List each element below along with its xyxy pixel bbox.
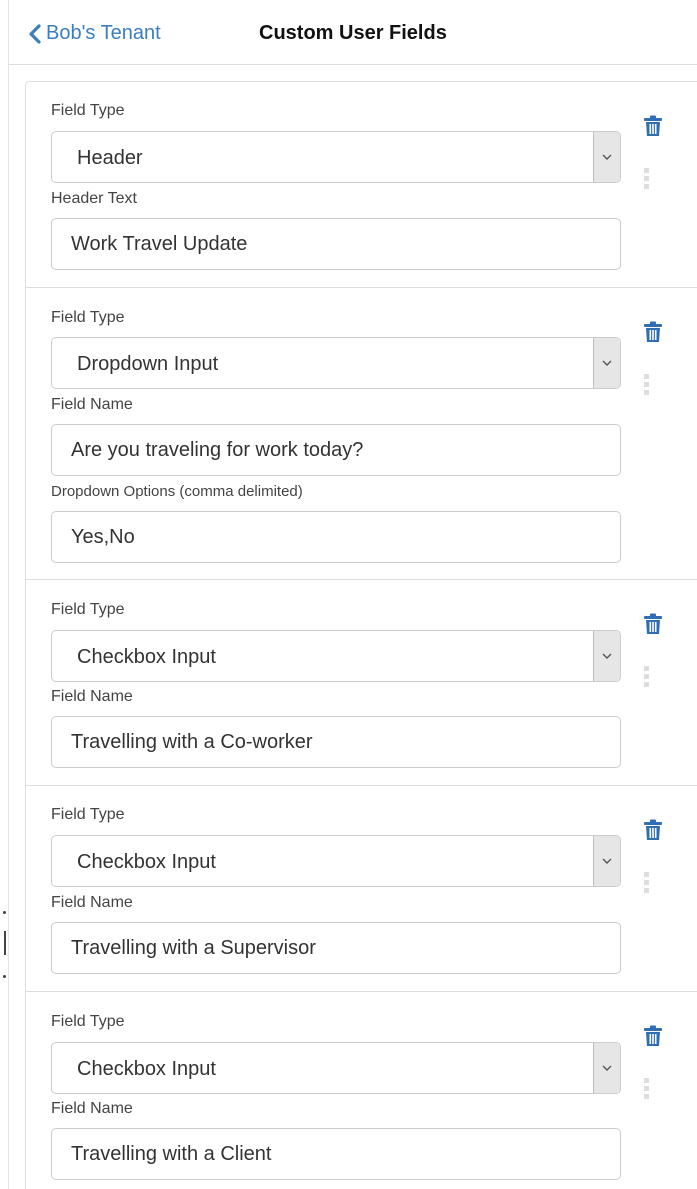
- field-name-label: Field Name: [51, 894, 133, 911]
- header-text-input[interactable]: Work Travel Update: [51, 218, 621, 270]
- field-name-input[interactable]: Travelling with a Client: [51, 1128, 621, 1180]
- back-link-label: Bob's Tenant: [46, 22, 161, 44]
- trash-icon[interactable]: [643, 1025, 663, 1047]
- edge-handle[interactable]: [4, 931, 6, 955]
- drag-handle-icon[interactable]: [644, 666, 650, 688]
- header-text-label: Header Text: [51, 190, 137, 207]
- field-type-label: Field Type: [51, 1013, 125, 1030]
- field-type-value: Checkbox Input: [77, 1058, 216, 1080]
- select-arrow-button[interactable]: [593, 1043, 620, 1093]
- field-type-select[interactable]: Checkbox Input: [51, 1042, 621, 1094]
- field-card: Field Type Checkbox Input Field Name Tra…: [26, 580, 697, 786]
- field-type-select[interactable]: Checkbox Input: [51, 835, 621, 887]
- field-name-value: Travelling with a Co-worker: [71, 731, 313, 753]
- trash-icon[interactable]: [643, 115, 663, 137]
- field-type-label: Field Type: [51, 806, 125, 823]
- dropdown-options-label: Dropdown Options (comma delimited): [51, 483, 303, 500]
- select-arrow-button[interactable]: [593, 132, 620, 182]
- field-type-select[interactable]: Header: [51, 131, 621, 183]
- chevron-down-icon: [602, 360, 612, 366]
- field-type-value: Dropdown Input: [77, 353, 219, 375]
- drag-handle-icon[interactable]: [644, 872, 650, 894]
- field-name-value: Travelling with a Client: [71, 1143, 272, 1165]
- page-title: Custom User Fields: [259, 22, 447, 44]
- field-type-value: Header: [77, 147, 143, 169]
- dropdown-options-input[interactable]: Yes,No: [51, 511, 621, 563]
- select-arrow-button[interactable]: [593, 631, 620, 681]
- chevron-down-icon: [602, 154, 612, 160]
- dropdown-options-value: Yes,No: [71, 526, 135, 548]
- left-panel-edge: [0, 0, 9, 1189]
- field-card: Field Type Checkbox Input Field Name Tra…: [26, 786, 697, 992]
- field-card: Field Type Header Header Text Work Trave…: [26, 82, 697, 288]
- trash-icon[interactable]: [643, 819, 663, 841]
- page: Bob's Tenant Custom User Fields Field Ty…: [0, 0, 697, 1189]
- chevron-down-icon: [602, 653, 612, 659]
- field-type-value: Checkbox Input: [77, 851, 216, 873]
- drag-handle-icon[interactable]: [644, 168, 650, 190]
- field-type-select[interactable]: Checkbox Input: [51, 630, 621, 682]
- field-type-label: Field Type: [51, 601, 125, 618]
- select-arrow-button[interactable]: [593, 338, 620, 388]
- field-card: Field Type Dropdown Input Field Name Are…: [26, 288, 697, 580]
- field-name-input[interactable]: Are you traveling for work today?: [51, 424, 621, 476]
- trash-icon[interactable]: [643, 613, 663, 635]
- select-arrow-button[interactable]: [593, 836, 620, 886]
- edge-dot: [3, 975, 6, 978]
- chevron-down-icon: [602, 858, 612, 864]
- field-name-input[interactable]: Travelling with a Co-worker: [51, 716, 621, 768]
- field-name-input[interactable]: Travelling with a Supervisor: [51, 922, 621, 974]
- field-type-select[interactable]: Dropdown Input: [51, 337, 621, 389]
- field-type-value: Checkbox Input: [77, 646, 216, 668]
- field-name-value: Are you traveling for work today?: [71, 439, 364, 461]
- field-card: Field Type Checkbox Input Field Name Tra…: [26, 992, 697, 1189]
- field-type-label: Field Type: [51, 102, 125, 119]
- chevron-left-icon: [29, 23, 41, 44]
- field-name-label: Field Name: [51, 1100, 133, 1117]
- top-bar: Bob's Tenant Custom User Fields: [9, 0, 697, 65]
- field-name-label: Field Name: [51, 396, 133, 413]
- drag-handle-icon[interactable]: [644, 1078, 650, 1100]
- chevron-down-icon: [602, 1065, 612, 1071]
- field-name-value: Travelling with a Supervisor: [71, 937, 316, 959]
- header-text-value: Work Travel Update: [71, 233, 248, 255]
- edge-dot: [3, 911, 6, 914]
- field-type-label: Field Type: [51, 309, 125, 326]
- custom-fields-list: Field Type Header Header Text Work Trave…: [25, 81, 697, 1189]
- field-name-label: Field Name: [51, 688, 133, 705]
- drag-handle-icon[interactable]: [644, 374, 650, 396]
- back-link[interactable]: Bob's Tenant: [27, 22, 161, 45]
- trash-icon[interactable]: [643, 321, 663, 343]
